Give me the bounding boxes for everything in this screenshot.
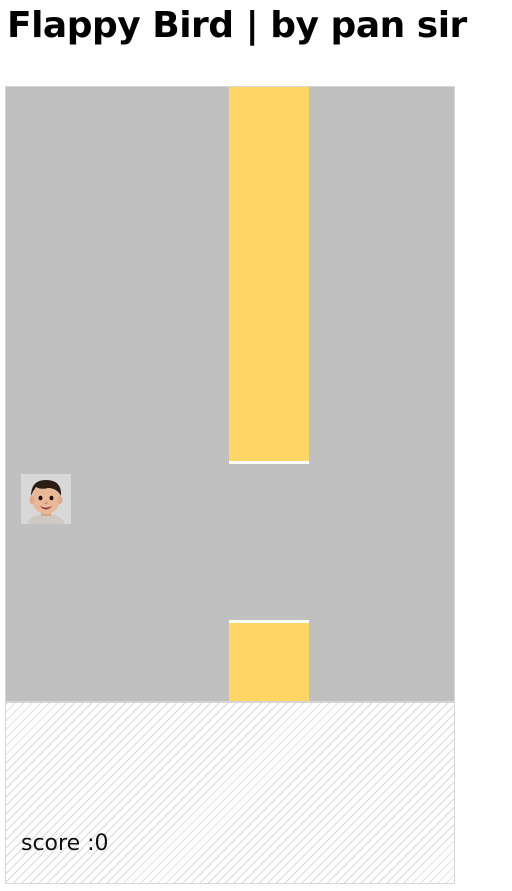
ground: score :0 [5,702,455,884]
game-area[interactable]: score :0 [5,86,455,886]
bottom-pipe [229,620,309,701]
bird-player [21,474,71,524]
score-display: score :0 [21,831,109,856]
score-label: score : [21,831,95,856]
score-value: 0 [94,831,109,856]
top-pipe [229,87,309,464]
child-face-icon [21,474,71,524]
game-sky[interactable] [5,86,455,702]
page-title: Flappy Bird | by pan sir [7,5,467,46]
